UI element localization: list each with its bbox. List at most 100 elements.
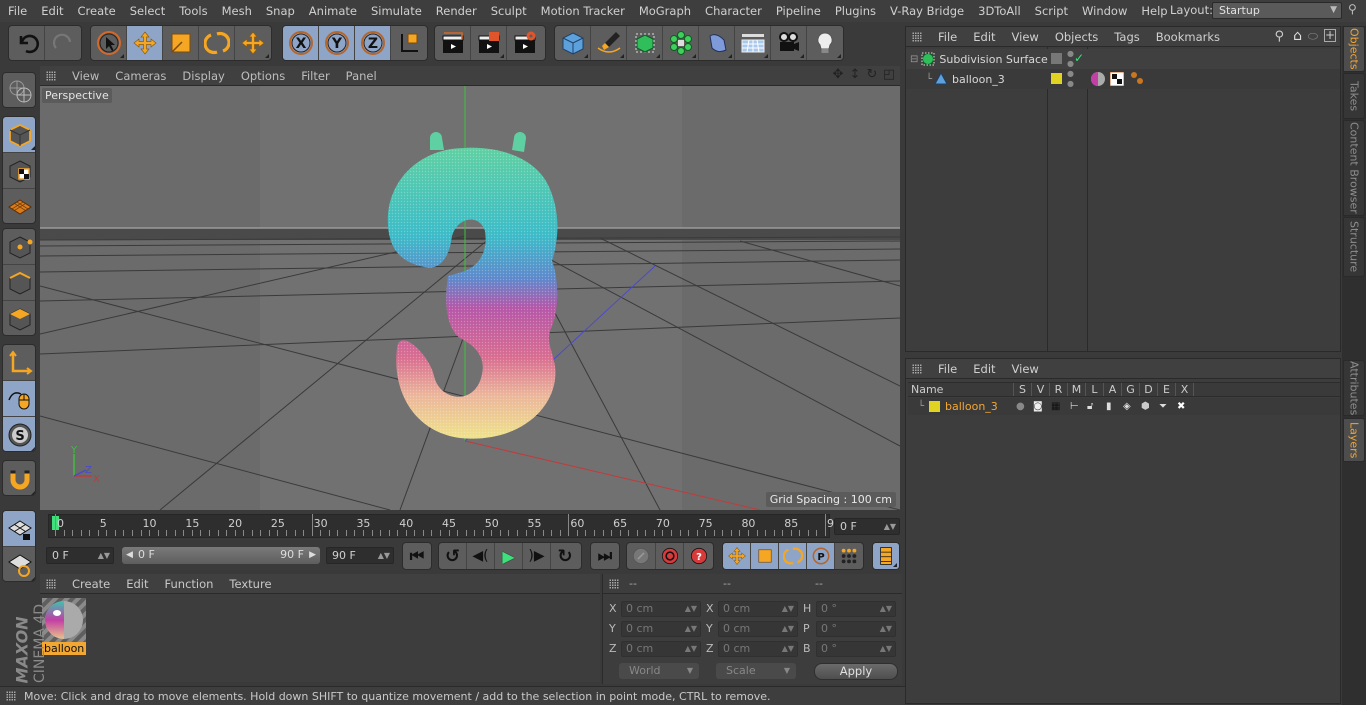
timeline-ruler[interactable]: 051015202530354045505560657075808590 [48, 514, 841, 538]
tab-layers[interactable]: Layers [1343, 418, 1365, 462]
render-toggle-icon[interactable]: ▦ [1051, 401, 1060, 412]
points-mode-button[interactable] [3, 229, 35, 265]
search-icon[interactable]: ⚲ [1348, 2, 1357, 16]
menu-create[interactable]: Create [71, 4, 123, 18]
coordinate-mode-select[interactable]: World ▼ [619, 663, 699, 679]
menu-edit[interactable]: Edit [34, 4, 70, 18]
coordinate-system-button[interactable] [391, 26, 427, 60]
timeline-window-button[interactable] [873, 543, 899, 569]
subdivision-surface-button[interactable] [627, 26, 663, 60]
viewport-menu-filter[interactable]: Filter [293, 69, 337, 83]
material-menu-texture[interactable]: Texture [221, 577, 279, 591]
pen-button[interactable] [591, 26, 627, 60]
lock-toggle-icon[interactable]: 🔓︎ [1087, 401, 1093, 412]
object-row[interactable]: └ balloon_3 ● ● [906, 69, 1340, 89]
render-view-button[interactable] [435, 26, 471, 60]
range-right-arrow-icon[interactable]: ▶ [309, 547, 316, 563]
3d-viewport[interactable]: Y Z X Perspective Grid Spacing : 100 cm [40, 86, 900, 510]
deformer-button[interactable] [699, 26, 735, 60]
object-row[interactable]: ⊟ Subdivision Surface ● ● ✓ [906, 49, 1340, 69]
material-menu-function[interactable]: Function [157, 577, 222, 591]
model-mode-button[interactable] [3, 117, 35, 153]
panel-grip-icon[interactable] [46, 578, 56, 589]
goto-end-button[interactable]: ⏭ [591, 543, 619, 569]
spinner-icon[interactable]: ▲▼ [685, 602, 697, 616]
layer-name[interactable]: balloon_3 [945, 400, 998, 413]
position-z-field[interactable]: 0 cm ▲▼ [621, 641, 701, 657]
eye-icon[interactable]: ⬭ [1308, 29, 1318, 44]
visibility-dots-icon[interactable]: ● ● [1067, 69, 1074, 89]
size-z-field[interactable]: 0 cm ▲▼ [718, 641, 798, 657]
start-frame-field[interactable]: 0 F ▲▼ [46, 547, 114, 564]
xref-toggle-icon[interactable]: ✖ [1177, 401, 1185, 412]
menu-window[interactable]: Window [1075, 4, 1134, 18]
menu-character[interactable]: Character [698, 4, 769, 18]
spinner-icon[interactable]: ▲▼ [782, 602, 794, 616]
view-toggle-icon[interactable]: ◙ [1033, 401, 1043, 412]
spinner-icon[interactable]: ▲▼ [782, 642, 794, 656]
menu-tools[interactable]: Tools [172, 4, 214, 18]
apply-button[interactable]: Apply [814, 663, 898, 680]
spinner-icon[interactable]: ▲▼ [98, 548, 110, 563]
pan-view-icon[interactable]: ✥ [831, 68, 845, 82]
position-y-field[interactable]: 0 cm ▲▼ [621, 621, 701, 637]
redo-button[interactable] [45, 26, 81, 60]
col-xrefs[interactable]: X [1176, 383, 1194, 396]
menu-plugins[interactable]: Plugins [828, 4, 883, 18]
material-tag-icon[interactable] [1090, 71, 1106, 87]
make-editable-button[interactable] [3, 73, 35, 107]
layout-select[interactable]: Startup ▼ [1212, 2, 1342, 19]
polygons-mode-button[interactable] [3, 301, 35, 335]
axis-mode-button[interactable] [3, 345, 35, 381]
prev-frame-button[interactable]: ◀( [467, 543, 495, 569]
z-axis-toggle[interactable]: Z [355, 26, 391, 60]
prev-key-button[interactable]: ↺ [439, 543, 467, 569]
deformers-toggle-icon[interactable]: ⬢ [1141, 401, 1150, 412]
workplane-button[interactable] [3, 511, 35, 547]
layer-row[interactable]: └ balloon_3 ● ◙ ▦ ⊢ 🔓︎ ▮ ◈ ⬢ ⏷ ✖ [908, 398, 1340, 415]
floor-button[interactable] [735, 26, 771, 60]
menu-pipeline[interactable]: Pipeline [769, 4, 828, 18]
menu-vray-bridge[interactable]: V-Ray Bridge [883, 4, 971, 18]
col-expressions[interactable]: E [1158, 383, 1176, 396]
scale-key-toggle[interactable] [751, 543, 779, 569]
undo-button[interactable] [9, 26, 45, 60]
point-level-key-toggle[interactable] [835, 543, 863, 569]
spinner-icon[interactable]: ▲▼ [378, 548, 390, 563]
viewport-menu-options[interactable]: Options [233, 69, 293, 83]
position-x-field[interactable]: 0 cm ▲▼ [621, 601, 701, 617]
menu-mesh[interactable]: Mesh [215, 4, 259, 18]
x-axis-toggle[interactable]: X [283, 26, 319, 60]
live-selection-button[interactable] [91, 26, 127, 60]
y-axis-toggle[interactable]: Y [319, 26, 355, 60]
magnet-button[interactable] [3, 461, 35, 495]
scale-tool-button[interactable] [163, 26, 199, 60]
spinner-icon[interactable]: ▲▼ [685, 642, 697, 656]
rotate-tool-button[interactable] [199, 26, 235, 60]
viewport-menu-panel[interactable]: Panel [338, 69, 385, 83]
generators-toggle-icon[interactable]: ◈ [1123, 401, 1131, 412]
tab-takes[interactable]: Takes [1343, 73, 1365, 119]
tab-objects[interactable]: Objects [1343, 26, 1365, 72]
expressions-toggle-icon[interactable]: ⏷ [1159, 401, 1167, 412]
om-menu-objects[interactable]: Objects [1047, 30, 1106, 44]
layer-swatch-empty[interactable] [1051, 53, 1062, 64]
collapse-icon[interactable]: ⊟ [910, 54, 918, 65]
om-menu-edit[interactable]: Edit [965, 30, 1003, 44]
om-menu-file[interactable]: File [930, 30, 965, 44]
col-animation[interactable]: A [1104, 383, 1122, 396]
viewport-menu-display[interactable]: Display [174, 69, 232, 83]
texture-mode-button[interactable] [3, 153, 35, 189]
tab-attributes[interactable]: Attributes [1343, 360, 1365, 416]
size-y-field[interactable]: 0 cm ▲▼ [718, 621, 798, 637]
menu-motion-tracker[interactable]: Motion Tracker [534, 4, 632, 18]
record-active-objects-button[interactable] [627, 543, 656, 569]
menu-animate[interactable]: Animate [302, 4, 364, 18]
col-name[interactable]: Name [908, 383, 1014, 396]
tab-content-browser[interactable]: Content Browser [1343, 120, 1365, 216]
visibility-dots-icon[interactable]: ● ● [1067, 49, 1074, 69]
camera-button[interactable] [771, 26, 807, 60]
menu-mograph[interactable]: MoGraph [632, 4, 698, 18]
menu-3dtoall[interactable]: 3DToAll [971, 4, 1028, 18]
col-view[interactable]: V [1032, 383, 1050, 396]
